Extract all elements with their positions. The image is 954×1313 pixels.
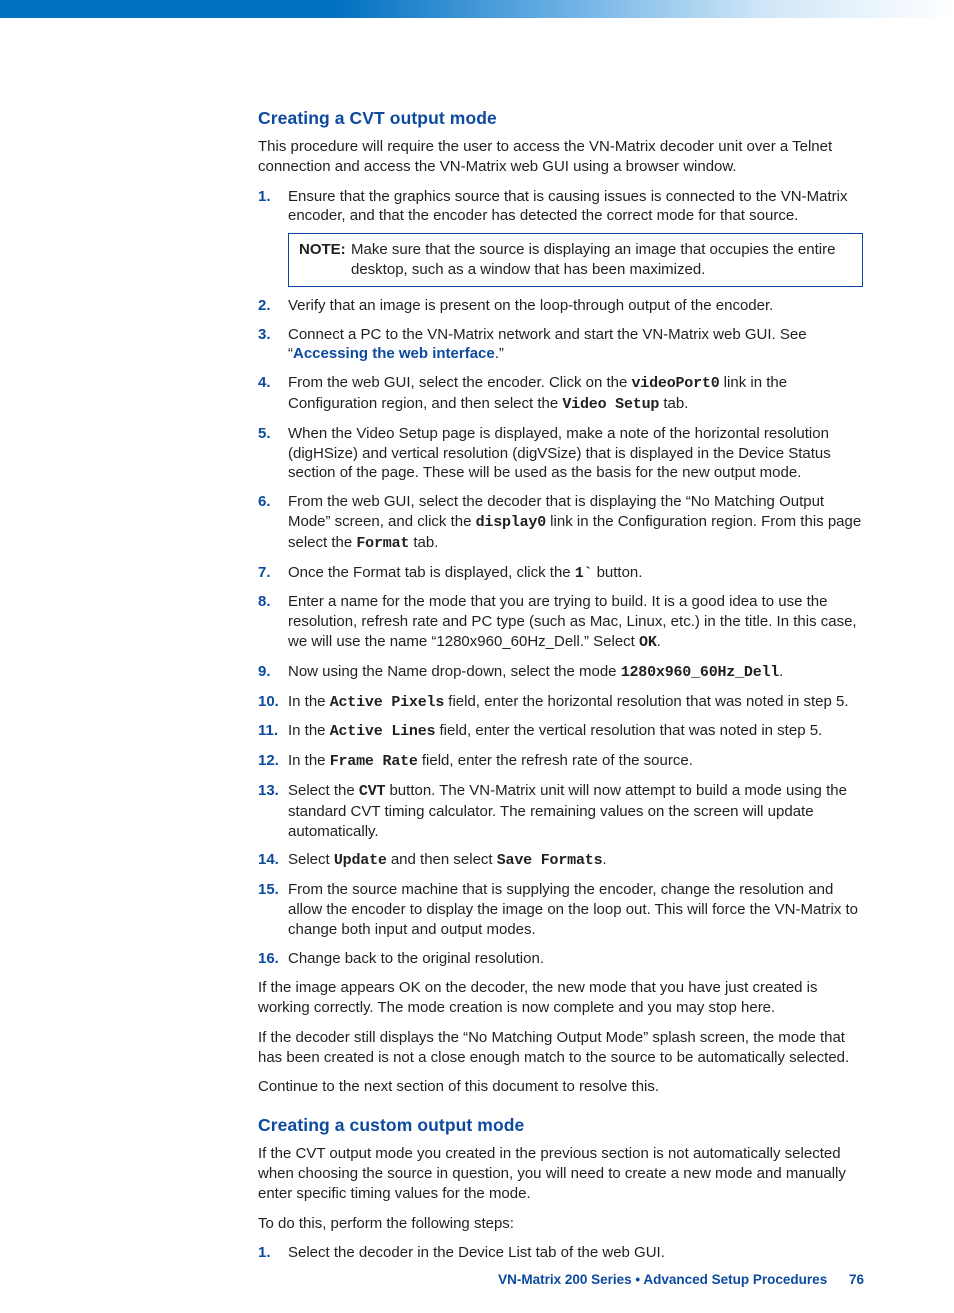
step-9: 9. Now using the Name drop-down, select … xyxy=(258,662,863,683)
mono-display0: display0 xyxy=(476,514,546,531)
step-text: From the source machine that is supplyin… xyxy=(288,881,858,938)
closing-paragraph-3: Continue to the next section of this doc… xyxy=(258,1077,863,1097)
step-number: 13. xyxy=(258,781,282,801)
mono-mode-name: 1280x960_60Hz_Dell xyxy=(621,664,779,681)
step-8: 8. Enter a name for the mode that you ar… xyxy=(258,592,863,652)
step-number: 3. xyxy=(258,325,282,345)
step-number: 14. xyxy=(258,850,282,870)
heading-creating-cvt: Creating a CVT output mode xyxy=(258,108,863,129)
step-10: 10. In the Active Pixels field, enter th… xyxy=(258,692,863,713)
mono-ok: OK xyxy=(639,634,657,651)
t: Now using the Name drop-down, select the… xyxy=(288,663,621,680)
intro-paragraph: This procedure will require the user to … xyxy=(258,137,863,177)
step-text: Ensure that the graphics source that is … xyxy=(288,188,847,225)
note-box: NOTE: Make sure that the source is displ… xyxy=(288,233,863,287)
step-16: 16. Change back to the original resoluti… xyxy=(258,949,863,969)
mono-save-formats: Save Formats xyxy=(497,852,603,869)
mono-videoport0: videoPort0 xyxy=(632,375,720,392)
note-text: Make sure that the source is displaying … xyxy=(351,240,852,280)
closing-paragraph-2: If the decoder still displays the “No Ma… xyxy=(258,1028,863,1068)
step-number: 7. xyxy=(258,563,282,583)
t: Enter a name for the mode that you are t… xyxy=(288,593,857,650)
section2-intro: If the CVT output mode you created in th… xyxy=(258,1144,863,1203)
mono-active-lines: Active Lines xyxy=(330,723,436,740)
header-gradient-bar xyxy=(0,0,954,18)
t: field, enter the horizontal resolution t… xyxy=(444,693,848,710)
step-number: 8. xyxy=(258,592,282,612)
heading-creating-custom: Creating a custom output mode xyxy=(258,1115,863,1136)
step-text: Select the decoder in the Device List ta… xyxy=(288,1244,665,1261)
mono-frame-rate: Frame Rate xyxy=(330,753,418,770)
section2-intro2: To do this, perform the following steps: xyxy=(258,1214,863,1234)
step-11: 11. In the Active Lines field, enter the… xyxy=(258,721,863,742)
step-number: 1. xyxy=(258,187,282,207)
t: . xyxy=(602,851,606,868)
t: tab. xyxy=(409,534,438,551)
t: . xyxy=(657,633,661,650)
t: field, enter the refresh rate of the sou… xyxy=(418,752,693,769)
step-number: 12. xyxy=(258,751,282,771)
t: button. xyxy=(592,564,642,581)
step-1: 1. Ensure that the graphics source that … xyxy=(258,187,863,287)
footer-text: VN-Matrix 200 Series • Advanced Setup Pr… xyxy=(498,1272,827,1287)
t: From the web GUI, select the encoder. Cl… xyxy=(288,374,632,391)
step-number: 11. xyxy=(258,721,282,741)
step-3: 3. Connect a PC to the VN-Matrix network… xyxy=(258,325,863,365)
step-number: 9. xyxy=(258,662,282,682)
mono-cvt: CVT xyxy=(359,783,385,800)
step-text-post: .” xyxy=(495,345,504,362)
step-2: 2. Verify that an image is present on th… xyxy=(258,296,863,316)
link-accessing-web-interface[interactable]: Accessing the web interface xyxy=(293,345,495,362)
step-number: 1. xyxy=(258,1243,282,1263)
ordered-steps-2: 1. Select the decoder in the Device List… xyxy=(258,1243,863,1263)
step-15: 15. From the source machine that is supp… xyxy=(258,880,863,939)
step-6: 6. From the web GUI, select the decoder … xyxy=(258,492,863,553)
t: In the xyxy=(288,722,330,739)
t: Select the xyxy=(288,782,359,799)
t: In the xyxy=(288,752,330,769)
mono-1tick: 1` xyxy=(575,565,593,582)
step-14: 14. Select Update and then select Save F… xyxy=(258,850,863,871)
step-12: 12. In the Frame Rate field, enter the r… xyxy=(258,751,863,772)
step-text: When the Video Setup page is displayed, … xyxy=(288,425,831,482)
step-13: 13. Select the CVT button. The VN-Matrix… xyxy=(258,781,863,841)
step-text: Verify that an image is present on the l… xyxy=(288,297,773,314)
mono-update: Update xyxy=(334,852,387,869)
content-column: Creating a CVT output mode This procedur… xyxy=(258,108,863,1263)
page-footer: VN-Matrix 200 Series • Advanced Setup Pr… xyxy=(0,1272,954,1287)
step-7: 7. Once the Format tab is displayed, cli… xyxy=(258,563,863,584)
step-number: 4. xyxy=(258,373,282,393)
t: Once the Format tab is displayed, click … xyxy=(288,564,575,581)
t: field, enter the vertical resolution tha… xyxy=(435,722,822,739)
ordered-steps-1: 1. Ensure that the graphics source that … xyxy=(258,187,863,969)
step-number: 6. xyxy=(258,492,282,512)
step-number: 2. xyxy=(258,296,282,316)
step-5: 5. When the Video Setup page is displaye… xyxy=(258,424,863,483)
step-1: 1. Select the decoder in the Device List… xyxy=(258,1243,863,1263)
step-4: 4. From the web GUI, select the encoder.… xyxy=(258,373,863,415)
mono-video-setup: Video Setup xyxy=(562,396,659,413)
mono-active-pixels: Active Pixels xyxy=(330,694,444,711)
closing-paragraph-1: If the image appears OK on the decoder, … xyxy=(258,978,863,1018)
t: and then select xyxy=(387,851,497,868)
t: tab. xyxy=(659,395,688,412)
page: Creating a CVT output mode This procedur… xyxy=(0,0,954,1313)
step-number: 15. xyxy=(258,880,282,900)
page-number: 76 xyxy=(849,1272,864,1287)
t: Select xyxy=(288,851,334,868)
t: . xyxy=(779,663,783,680)
step-number: 5. xyxy=(258,424,282,444)
step-number: 16. xyxy=(258,949,282,969)
note-label: NOTE: xyxy=(299,240,351,280)
mono-format: Format xyxy=(356,535,409,552)
step-number: 10. xyxy=(258,692,282,712)
step-text: Change back to the original resolution. xyxy=(288,950,544,967)
t: In the xyxy=(288,693,330,710)
